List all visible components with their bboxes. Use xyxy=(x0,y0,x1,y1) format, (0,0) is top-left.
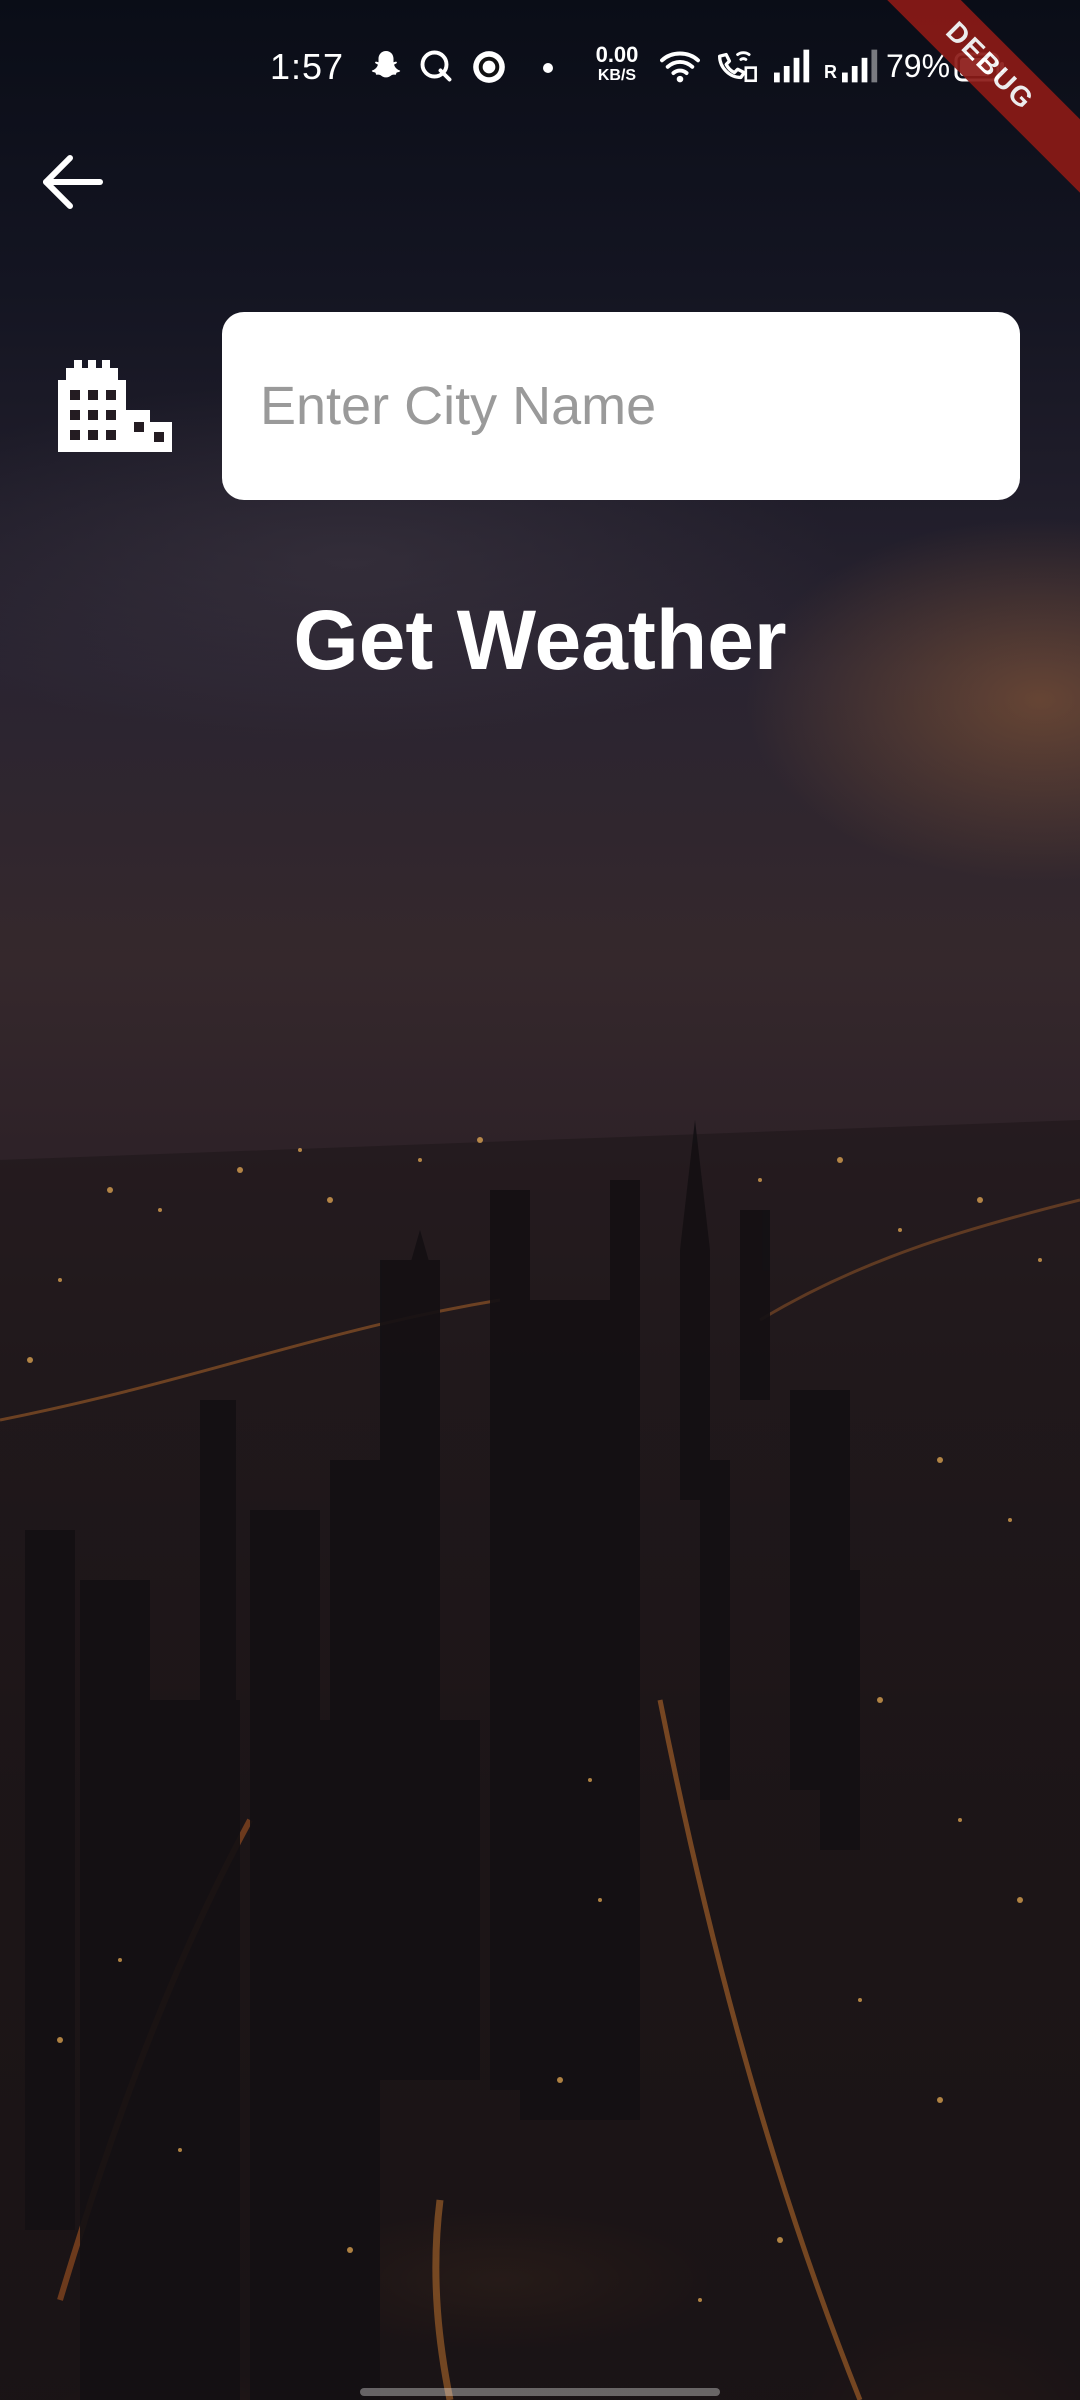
net-speed-indicator: 0.00 KB/S xyxy=(590,44,644,84)
get-weather-button[interactable]: Get Weather xyxy=(250,580,830,700)
signal-roaming-icon xyxy=(842,49,878,83)
city-name-field[interactable] xyxy=(222,312,1020,500)
net-speed-unit: KB/S xyxy=(597,67,637,84)
q-app-icon xyxy=(420,50,452,82)
city-name-input[interactable] xyxy=(258,374,984,438)
snapchat-icon xyxy=(371,51,401,78)
city-building-icon xyxy=(58,360,172,452)
wifi-icon xyxy=(660,51,700,83)
home-indicator xyxy=(360,2388,720,2396)
back-button[interactable] xyxy=(30,140,114,224)
status-time: 1:57 xyxy=(270,46,345,87)
wifi-calling-icon xyxy=(718,51,757,83)
circle-app-icon xyxy=(473,51,505,83)
notification-dot-icon xyxy=(543,63,553,73)
weather-search-screen: 1:57 0.00 KB/S R 79% DEBUG Enter City Na… xyxy=(0,0,1080,2400)
roaming-label: R xyxy=(824,62,837,82)
signal-icon xyxy=(774,49,810,83)
net-speed-value: 0.00 xyxy=(595,42,639,67)
arrow-left-icon xyxy=(43,155,103,209)
